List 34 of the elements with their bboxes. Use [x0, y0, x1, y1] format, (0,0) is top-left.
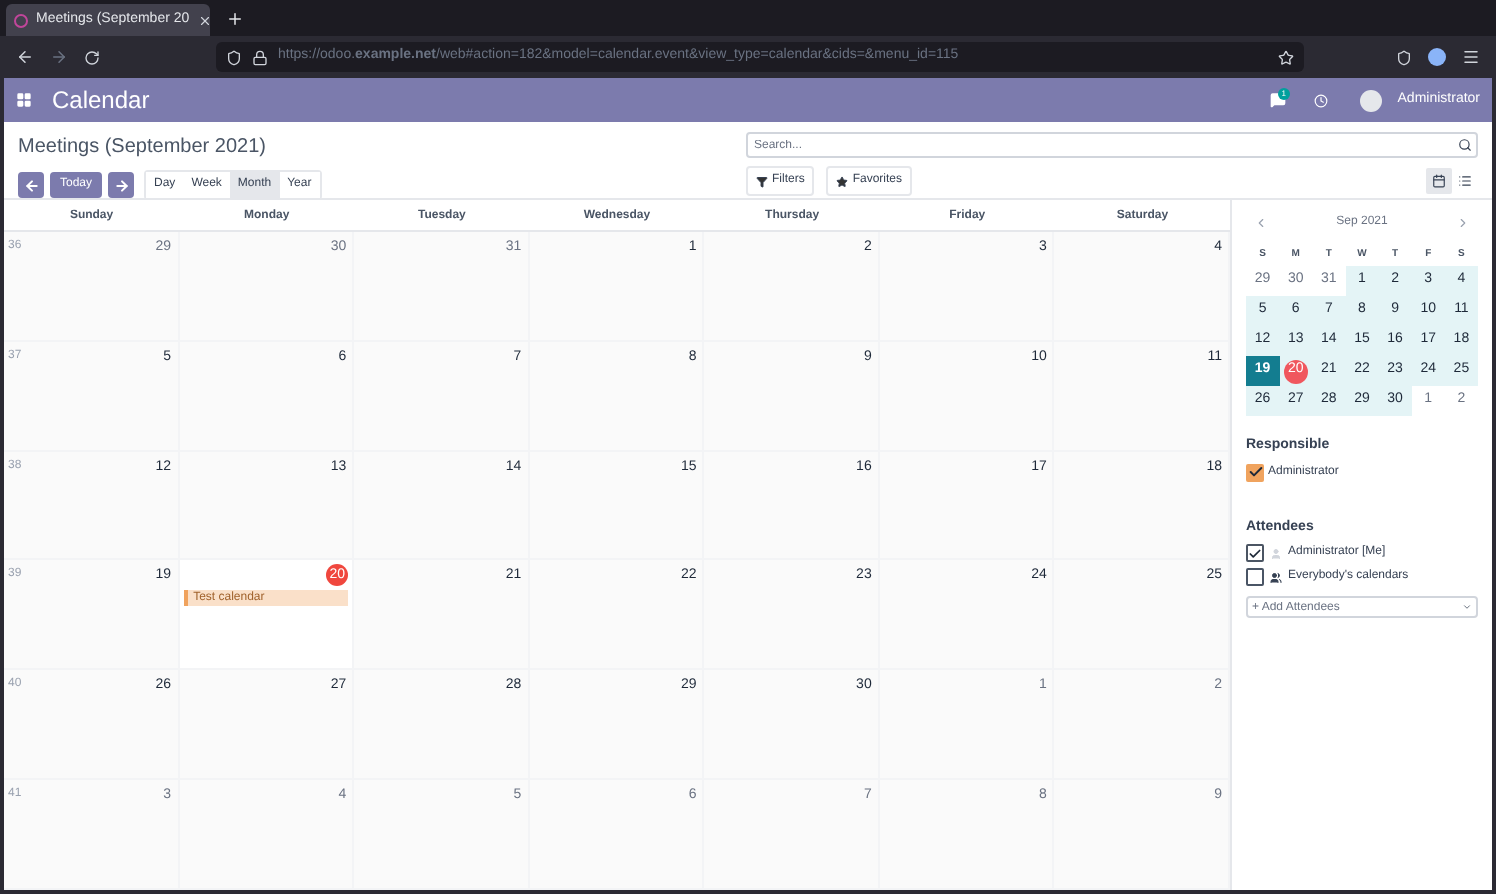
new-tab-icon[interactable] — [226, 10, 244, 28]
reload-icon[interactable] — [84, 49, 100, 65]
account-avatar-icon[interactable] — [1428, 48, 1446, 66]
checkbox[interactable] — [1246, 568, 1264, 586]
menu-icon[interactable] — [1462, 48, 1480, 66]
lock-icon — [252, 49, 268, 65]
user-avatar — [1359, 89, 1382, 111]
bookmark-star-icon[interactable] — [1278, 49, 1294, 65]
check-icon — [1247, 464, 1263, 480]
app-title: Calendar — [52, 84, 150, 118]
activity-clock-icon[interactable] — [1313, 93, 1328, 107]
tab-favicon-icon — [14, 13, 28, 27]
shield-icon — [226, 49, 242, 65]
person-icon — [1270, 547, 1282, 559]
calendar-view-button[interactable] — [1426, 168, 1452, 194]
check-icon — [1248, 545, 1262, 561]
calendar-icon — [1432, 174, 1446, 188]
close-icon[interactable] — [197, 13, 212, 27]
star-icon — [836, 175, 849, 187]
arrow-left-icon — [23, 177, 39, 193]
checkbox[interactable] — [1246, 463, 1264, 481]
search-icon[interactable] — [1458, 138, 1472, 152]
back-icon[interactable] — [16, 48, 34, 66]
previous-button[interactable] — [18, 172, 44, 198]
next-button[interactable] — [108, 172, 135, 198]
dropdown-caret-icon — [1462, 602, 1472, 612]
people-icon — [1270, 571, 1282, 583]
arrow-right-icon — [113, 177, 130, 193]
filter-icon — [756, 175, 768, 187]
checkbox[interactable] — [1246, 544, 1264, 562]
apps-menu-icon[interactable] — [16, 92, 32, 108]
list-icon — [1458, 174, 1472, 188]
forward-icon[interactable] — [50, 48, 68, 66]
page-title: Meetings (September 2021) — [18, 134, 268, 162]
